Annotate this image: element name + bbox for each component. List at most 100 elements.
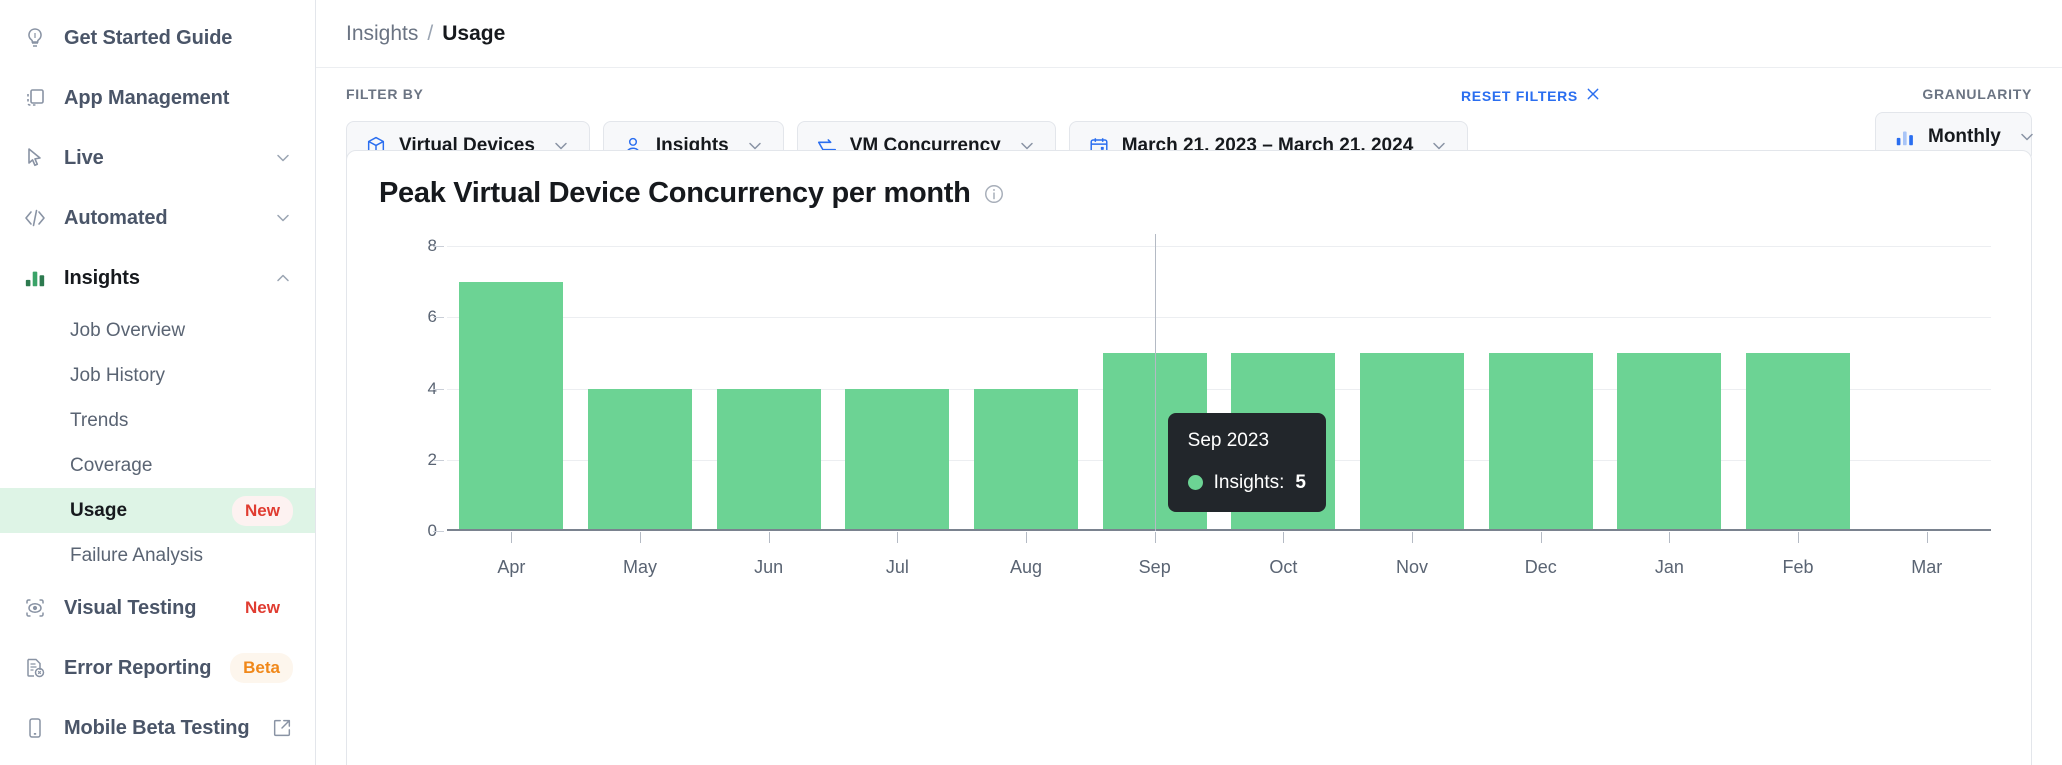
chart-bar[interactable] (1360, 353, 1464, 531)
sidebar-subitem-label: Job History (70, 365, 165, 387)
sidebar-item-mobile-beta-testing[interactable]: Mobile Beta Testing (0, 698, 315, 758)
x-axis-tick-mark (1412, 532, 1413, 543)
chart-bar[interactable] (1746, 353, 1850, 531)
sidebar-item-job-history[interactable]: Job History (0, 353, 315, 398)
chart-baseline (447, 529, 1991, 531)
sidebar-item-app-management[interactable]: App Management (0, 68, 315, 128)
sidebar-subitem-label: Trends (70, 410, 128, 432)
chart-bar[interactable] (459, 282, 563, 531)
chart-bar[interactable] (974, 389, 1078, 532)
x-axis-tick-mark (769, 532, 770, 543)
chart-bar[interactable] (588, 389, 692, 532)
sidebar-item-get-started-guide[interactable]: Get Started Guide (0, 8, 315, 68)
reset-filters-label: RESET FILTERS (1461, 88, 1578, 104)
lightbulb-icon (22, 25, 48, 51)
app-root: Get Started Guide App Management Live (0, 0, 2062, 765)
chart-bar-slot[interactable]: Apr (447, 246, 576, 531)
sidebar-item-visual-testing[interactable]: Visual Testing New (0, 578, 315, 638)
bar-chart-small-icon (1894, 126, 1916, 148)
granularity-value: Monthly (1928, 126, 2001, 148)
chart-bar[interactable] (845, 389, 949, 532)
status-badge-new: New (232, 496, 293, 526)
sidebar-item-trends[interactable]: Trends (0, 398, 315, 443)
y-axis-tick-mark (433, 460, 444, 461)
y-axis-tick-mark (433, 531, 444, 532)
tooltip-series-name: Insights: (1214, 472, 1285, 494)
breadcrumb-parent[interactable]: Insights (346, 22, 418, 46)
tooltip-series-value: 5 (1295, 472, 1306, 494)
chart-bar[interactable] (1617, 353, 1721, 531)
filter-by-label: FILTER BY (346, 86, 424, 102)
filter-header: FILTER BY (346, 86, 2032, 110)
chart-bar-slot[interactable]: Mar (1862, 246, 1991, 531)
sidebar-item-insights[interactable]: Insights (0, 248, 315, 308)
x-axis-tick-label: Jul (833, 557, 962, 578)
x-axis-tick-mark (640, 532, 641, 543)
sidebar-subitem-label: Coverage (70, 455, 152, 477)
x-axis-tick-label: Sep (1090, 557, 1219, 578)
chart-bar-slot[interactable]: Nov (1348, 246, 1477, 531)
apps-icon (22, 85, 48, 111)
x-axis-tick-mark (1155, 532, 1156, 543)
chart-bar-slot[interactable]: Aug (962, 246, 1091, 531)
x-axis-tick-label: Nov (1348, 557, 1477, 578)
sidebar-subitem-label: Usage (70, 500, 127, 522)
y-axis-tick-mark (433, 389, 444, 390)
x-axis-tick-mark (511, 532, 512, 543)
status-badge-new: New (232, 593, 293, 623)
code-icon (22, 205, 48, 231)
x-axis-tick-label: Apr (447, 557, 576, 578)
sidebar-item-usage[interactable]: Usage New (0, 488, 315, 533)
x-axis-tick-label: Oct (1219, 557, 1348, 578)
external-link-icon[interactable] (271, 717, 293, 739)
granularity-label: GRANULARITY (1922, 86, 2032, 102)
breadcrumb-current: Usage (442, 22, 505, 46)
error-doc-icon (22, 655, 48, 681)
chart-title-row: Peak Virtual Device Concurrency per mont… (347, 151, 2031, 210)
sidebar: Get Started Guide App Management Live (0, 0, 316, 765)
sidebar-item-label: App Management (64, 87, 229, 110)
chart-tooltip: Sep 2023 Insights: 5 (1168, 413, 1326, 512)
y-axis-tick-mark (433, 317, 444, 318)
sidebar-item-coverage[interactable]: Coverage (0, 443, 315, 488)
sidebar-item-failure-analysis[interactable]: Failure Analysis (0, 533, 315, 578)
x-axis-tick-label: Feb (1734, 557, 1863, 578)
main-content: Insights / Usage FILTER BY RESET FILTERS… (316, 0, 2062, 765)
x-axis-tick-mark (1026, 532, 1027, 543)
chart-plot-area: 02468 AprMayJunJulAugSepOctNovDecJanFebM… (347, 231, 2031, 765)
sidebar-item-label: Get Started Guide (64, 27, 232, 50)
chevron-down-icon (2017, 127, 2037, 147)
sidebar-item-job-overview[interactable]: Job Overview (0, 308, 315, 353)
chart-bar-slot[interactable]: Jul (833, 246, 962, 531)
sidebar-item-label: Insights (64, 267, 140, 290)
chart-bar-slot[interactable]: Jan (1605, 246, 1734, 531)
chart-bar-slot[interactable]: Feb (1734, 246, 1863, 531)
chart-bar[interactable] (1489, 353, 1593, 531)
chevron-down-icon[interactable] (273, 208, 293, 228)
x-axis-tick-label: May (576, 557, 705, 578)
breadcrumb-separator: / (427, 22, 433, 46)
chevron-up-icon[interactable] (273, 268, 293, 288)
sidebar-item-label: Mobile Beta Testing (64, 717, 250, 740)
reset-filters-button[interactable]: RESET FILTERS (1461, 86, 1601, 105)
cursor-icon (22, 145, 48, 171)
sidebar-item-error-reporting[interactable]: Error Reporting Beta (0, 638, 315, 698)
status-badge-beta: Beta (230, 653, 293, 683)
chart-bar[interactable] (717, 389, 821, 532)
sidebar-item-live[interactable]: Live (0, 128, 315, 188)
tooltip-series-row: Insights: 5 (1188, 472, 1306, 494)
tooltip-title: Sep 2023 (1188, 430, 1306, 452)
x-axis-tick-mark (1283, 532, 1284, 543)
sidebar-item-label: Error Reporting (64, 657, 211, 680)
chart-bar-slot[interactable]: Dec (1476, 246, 1605, 531)
chart-crosshair (1155, 234, 1156, 531)
chevron-down-icon[interactable] (273, 148, 293, 168)
info-icon[interactable] (983, 183, 1005, 205)
chart-bar-slot[interactable]: May (576, 246, 705, 531)
x-axis-tick-label: Aug (962, 557, 1091, 578)
sidebar-item-label: Live (64, 147, 104, 170)
breadcrumb: Insights / Usage (316, 0, 2062, 68)
chart-bar-slot[interactable]: Jun (704, 246, 833, 531)
sidebar-item-automated[interactable]: Automated (0, 188, 315, 248)
x-axis-tick-mark (1927, 532, 1928, 543)
